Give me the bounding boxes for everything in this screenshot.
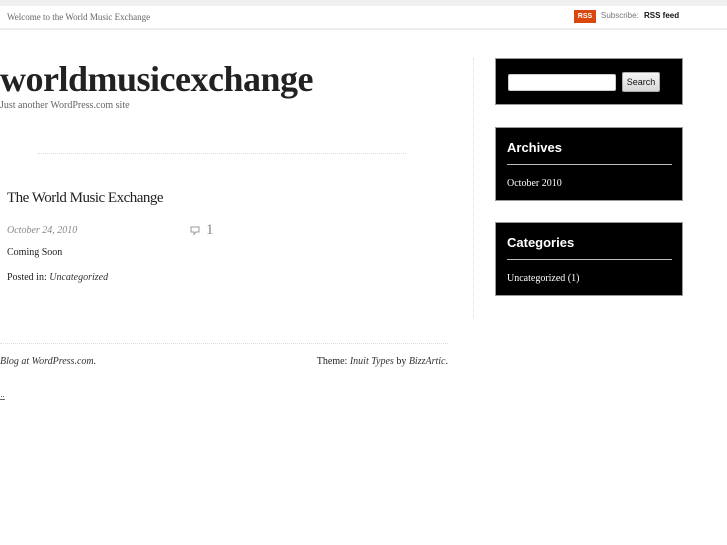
widget-divider: [507, 164, 672, 165]
post-title[interactable]: The World Music Exchange: [7, 190, 164, 207]
archives-title: Archives: [507, 140, 562, 155]
category-link[interactable]: Uncategorized: [49, 272, 108, 283]
widget-divider: [507, 259, 672, 260]
smiley-icon: [0, 396, 5, 400]
archives-widget: Archives October 2010: [495, 127, 683, 201]
post-date: October 24, 2010: [7, 225, 78, 236]
theme-name-link[interactable]: Inuit Types: [350, 356, 394, 367]
site-title[interactable]: worldmusicexchange: [0, 58, 313, 100]
top-bar: Welcome to the World Music Exchange RSS …: [0, 0, 727, 30]
categories-title: Categories: [507, 235, 575, 250]
site-tagline: Just another WordPress.com site: [0, 100, 130, 111]
rss-feed-link[interactable]: RSS feed: [644, 11, 679, 20]
post-body: Coming Soon: [7, 247, 63, 258]
footer-divider: [0, 343, 448, 344]
archive-item[interactable]: October 2010: [507, 178, 562, 189]
sidebar-divider: [473, 58, 474, 318]
search-widget: Search: [495, 58, 683, 105]
header-divider: [38, 153, 406, 154]
theme-author-link[interactable]: BizzArtic: [409, 356, 446, 367]
search-button[interactable]: Search: [622, 72, 660, 92]
welcome-text: Welcome to the World Music Exchange: [7, 12, 151, 22]
comment-bubble-icon: [190, 226, 200, 236]
comment-count: 1: [206, 222, 214, 238]
search-input[interactable]: [508, 74, 616, 91]
rss-icon[interactable]: RSS: [574, 10, 596, 23]
subscribe-label: Subscribe:: [601, 11, 639, 20]
period: .: [445, 356, 449, 367]
post-category-meta: Posted in: Uncategorized: [7, 272, 108, 283]
by-label: by: [396, 356, 407, 367]
comments-link[interactable]: 1: [190, 222, 214, 239]
blog-at-wordpress-link[interactable]: Blog at WordPress.com.: [0, 356, 96, 367]
posted-in-label: Posted in:: [7, 272, 47, 283]
category-item[interactable]: Uncategorized (1): [507, 273, 579, 284]
categories-widget: Categories Uncategorized (1): [495, 222, 683, 296]
theme-credit: Theme: Inuit Types by BizzArtic.: [317, 356, 448, 367]
theme-label: Theme:: [316, 356, 348, 367]
